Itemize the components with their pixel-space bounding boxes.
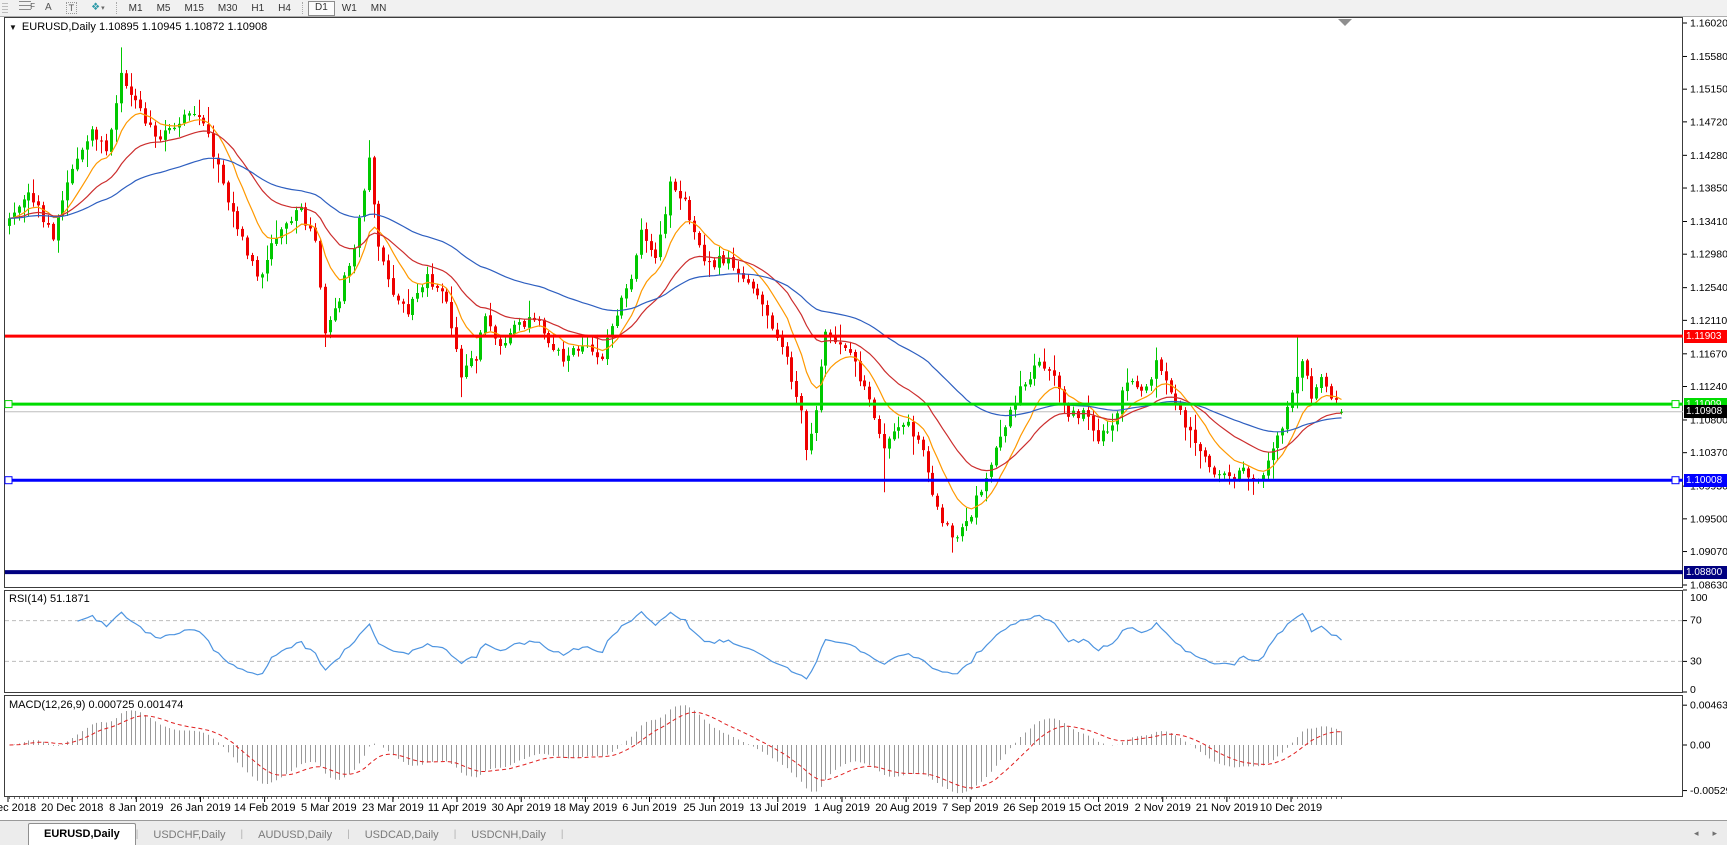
current-price-label: 1.10908	[1684, 405, 1727, 418]
macd-value-main: 0.000725	[88, 699, 134, 711]
svg-text:70: 70	[1690, 615, 1702, 627]
timeframe-button-M15[interactable]: M15	[177, 2, 210, 15]
svg-text:1.15150: 1.15150	[1690, 84, 1727, 96]
label-icon[interactable]: T	[59, 1, 85, 15]
svg-text:5 Mar 2019: 5 Mar 2019	[301, 802, 357, 814]
tab-usdcad[interactable]: USDCAD,Daily	[350, 826, 454, 845]
svg-text:-0.005299: -0.005299	[1690, 785, 1727, 797]
svg-text:1.12980: 1.12980	[1690, 249, 1727, 261]
ohlc-high: 1.10945	[142, 21, 182, 33]
svg-text:18 May 2019: 18 May 2019	[554, 802, 618, 814]
timeframe-button-W1[interactable]: W1	[335, 2, 364, 15]
svg-text:1.15580: 1.15580	[1690, 51, 1727, 63]
timeframe-button-M5[interactable]: M5	[150, 2, 178, 15]
svg-text:1.12540: 1.12540	[1690, 282, 1727, 294]
toolbar-drag-handle[interactable]	[2, 3, 8, 14]
timeframe-group: M1M5M15M30H1H4 D1W1MN	[122, 1, 394, 16]
svg-text:26 Sep 2019: 26 Sep 2019	[1003, 802, 1065, 814]
chart-title: ▼ EURUSD,Daily 1.10895 1.10945 1.10872 1.…	[9, 21, 267, 33]
svg-text:1.14280: 1.14280	[1690, 150, 1727, 162]
chart-symbol-period: EURUSD,Daily	[22, 21, 96, 33]
svg-text:1.12110: 1.12110	[1690, 315, 1727, 327]
svg-text:26 Jan 2019: 26 Jan 2019	[170, 802, 231, 814]
svg-text:1.09500: 1.09500	[1690, 513, 1727, 525]
svg-text:8 Jan 2019: 8 Jan 2019	[109, 802, 163, 814]
svg-text:1 Aug 2019: 1 Aug 2019	[814, 802, 870, 814]
svg-text:1.09070: 1.09070	[1690, 546, 1727, 558]
svg-text:6 Jun 2019: 6 Jun 2019	[622, 802, 676, 814]
svg-text:25 Jun 2019: 25 Jun 2019	[683, 802, 744, 814]
svg-text:2 Nov 2019: 2 Nov 2019	[1135, 802, 1191, 814]
svg-text:20 Aug 2019: 20 Aug 2019	[875, 802, 937, 814]
chart-surface[interactable]: 1.16020 1.15580 1.15150 1.14720 1.14280 1.138…	[0, 0, 1727, 844]
fibonacci-icon[interactable]: F	[12, 1, 38, 15]
timeframe-button-H1[interactable]: H1	[244, 2, 271, 15]
svg-text:1.11240: 1.11240	[1690, 381, 1727, 393]
arrows-icon[interactable]: ❖▾	[84, 1, 111, 15]
price-label-1.10008: 1.10008	[1684, 474, 1727, 487]
tab-usdchf[interactable]: USDCHF,Daily	[138, 826, 240, 845]
svg-text:1.13410: 1.13410	[1690, 216, 1727, 228]
svg-text:1.10370: 1.10370	[1690, 447, 1727, 459]
symbol-tabbar: EURUSD,Daily|USDCHF,Daily|AUDUSD,Daily|U…	[0, 820, 1727, 845]
macd-value-signal: 0.001474	[137, 699, 183, 711]
chart-context-caret-icon[interactable]: ▼	[9, 23, 17, 32]
price-label-1.11903: 1.11903	[1684, 330, 1727, 343]
svg-text:100: 100	[1690, 592, 1708, 604]
svg-text:1.14720: 1.14720	[1690, 116, 1727, 128]
timeframe-button-M30[interactable]: M30	[211, 2, 244, 15]
svg-text:0.00463: 0.00463	[1690, 700, 1727, 712]
timeframe-button-D1[interactable]: D1	[308, 1, 335, 16]
toolbar-separator	[116, 2, 118, 14]
text-icon[interactable]: A	[38, 1, 59, 15]
svg-text:11 Apr 2019: 11 Apr 2019	[428, 802, 487, 814]
tab-usdcnh[interactable]: USDCNH,Daily	[456, 826, 561, 845]
svg-text:20 Dec 2018: 20 Dec 2018	[41, 802, 103, 814]
svg-text:14 Feb 2019: 14 Feb 2019	[234, 802, 296, 814]
macd-label: MACD(12,26,9) 0.000725 0.001474	[9, 699, 183, 711]
svg-text:15 Oct 2019: 15 Oct 2019	[1069, 802, 1129, 814]
tab-scroll-left-icon[interactable]: ◂	[1694, 828, 1699, 839]
tab-audusd[interactable]: AUDUSD,Daily	[243, 826, 347, 845]
svg-text:1.11670: 1.11670	[1690, 348, 1727, 360]
rsi-label: RSI(14) 51.1871	[9, 593, 90, 605]
toolbar-separator	[302, 2, 304, 14]
svg-text:1.13850: 1.13850	[1690, 183, 1727, 195]
chart-canvas: 1.16020 1.15580 1.15150 1.14720 1.14280 1.138…	[0, 0, 1727, 844]
dropdown-arrow-icon[interactable]: ▾	[101, 5, 105, 12]
timeframe-button-M1[interactable]: M1	[122, 2, 150, 15]
svg-text:1 Dec 2018: 1 Dec 2018	[0, 802, 36, 814]
svg-text:23 Mar 2019: 23 Mar 2019	[362, 802, 424, 814]
svg-text:21 Nov 2019: 21 Nov 2019	[1196, 802, 1258, 814]
tab-eurusd[interactable]: EURUSD,Daily	[28, 823, 136, 845]
svg-text:7 Sep 2019: 7 Sep 2019	[942, 802, 998, 814]
price-label-1.08800: 1.08800	[1684, 566, 1727, 579]
svg-text:30: 30	[1690, 655, 1702, 667]
rsi-value: 51.1871	[50, 593, 90, 605]
toolbar: F A T ❖▾ M1M5M15M30H1H4 D1W1MN	[0, 0, 1727, 17]
svg-text:13 Jul 2019: 13 Jul 2019	[749, 802, 806, 814]
svg-text:1.08630: 1.08630	[1690, 580, 1727, 592]
timeframe-button-H4[interactable]: H4	[271, 2, 298, 15]
svg-text:0.00: 0.00	[1690, 740, 1711, 752]
svg-text:30 Apr 2019: 30 Apr 2019	[492, 802, 551, 814]
trading-platform-window: { "toolbar": { "drawing_tools": [ {"name…	[0, 0, 1727, 844]
ohlc-open: 1.10895	[99, 21, 139, 33]
tab-separator: |	[561, 829, 564, 840]
tab-scroll-right-icon[interactable]: ▸	[1712, 828, 1717, 839]
svg-text:1.16020: 1.16020	[1690, 18, 1727, 30]
timeframe-button-MN[interactable]: MN	[364, 2, 394, 15]
svg-text:10 Dec 2019: 10 Dec 2019	[1260, 802, 1322, 814]
ohlc-low: 1.10872	[185, 21, 225, 33]
svg-text:0: 0	[1690, 684, 1696, 696]
ohlc-close: 1.10908	[227, 21, 267, 33]
